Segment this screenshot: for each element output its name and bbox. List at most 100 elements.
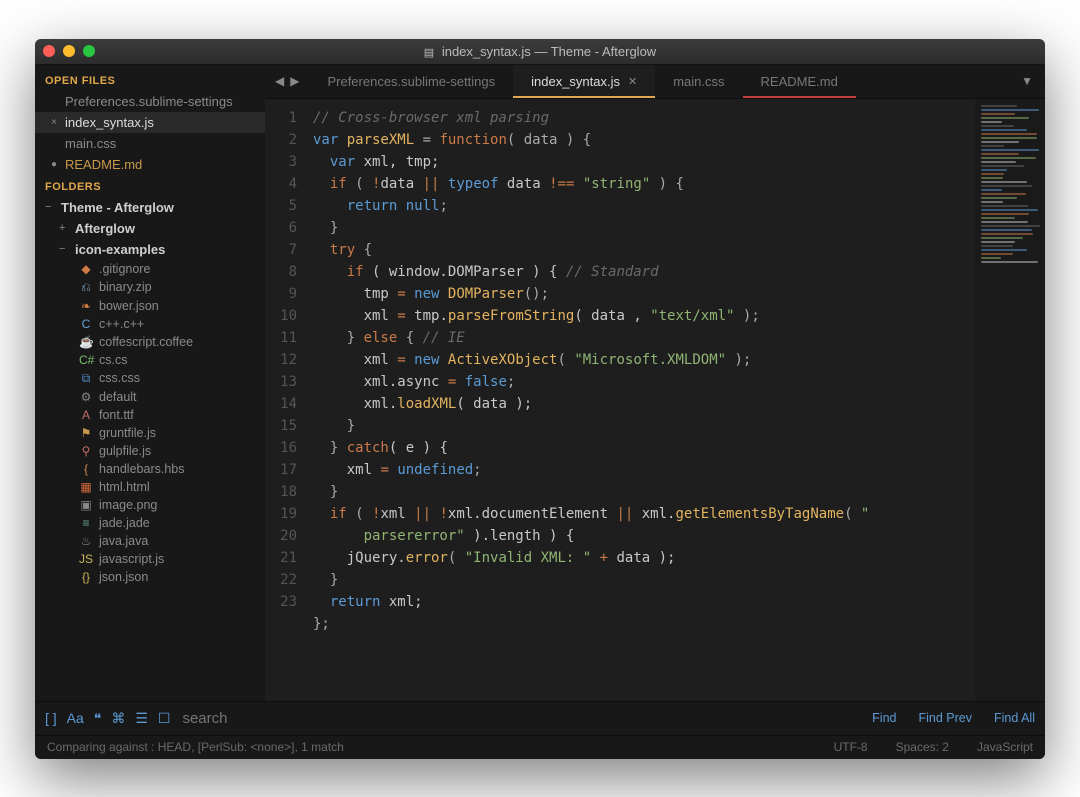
line-number: 14 (265, 393, 297, 415)
tab[interactable]: Preferences.sublime-settings (309, 65, 513, 98)
line-number: 15 (265, 415, 297, 437)
minimap-line (981, 249, 1027, 251)
minimap-line (981, 185, 1032, 187)
minimap-line (981, 149, 1039, 151)
code-line: if ( !xml || !xml.documentElement || xml… (313, 503, 975, 525)
file-item[interactable]: ⚑gruntfile.js (35, 424, 265, 442)
line-number: 18 (265, 481, 297, 503)
highlight-option-icon[interactable]: ☐ (158, 710, 171, 727)
list-option-icon[interactable]: ☰ (135, 710, 148, 727)
file-item[interactable]: Cc++.c++ (35, 315, 265, 333)
line-number: 22 (265, 569, 297, 591)
minimap[interactable] (975, 99, 1045, 701)
code-line: tmp = new DOMParser(); (313, 283, 975, 305)
file-item[interactable]: ❧bower.json (35, 297, 265, 315)
find-prev-button[interactable]: Find Prev (919, 711, 973, 725)
file-item[interactable]: ⎌binary.zip (35, 278, 265, 297)
tab-label: main.css (673, 74, 724, 89)
minimap-line (981, 121, 1002, 123)
file-item[interactable]: Afont.ttf (35, 406, 265, 424)
status-spaces[interactable]: Spaces: 2 (896, 740, 949, 754)
open-file-label: index_syntax.js (65, 115, 154, 130)
code-line: } (313, 217, 975, 239)
tab-next-icon[interactable]: ▶ (290, 74, 299, 88)
find-button[interactable]: Find (872, 711, 896, 725)
code-line: xml = new ActiveXObject( "Microsoft.XMLD… (313, 349, 975, 371)
regex-option-icon[interactable]: [ ] (45, 710, 57, 727)
code-line: } (313, 569, 975, 591)
tab[interactable]: main.css (655, 65, 742, 98)
close-window-icon[interactable] (43, 45, 55, 57)
file-item[interactable]: ◆.gitignore (35, 260, 265, 278)
line-number: 11 (265, 327, 297, 349)
code-line: var xml, tmp; (313, 151, 975, 173)
open-file-item[interactable]: Preferences.sublime-settings (35, 91, 265, 112)
close-tab-icon[interactable]: ✕ (628, 75, 637, 88)
minimize-window-icon[interactable] (63, 45, 75, 57)
zoom-window-icon[interactable] (83, 45, 95, 57)
quote-option-icon[interactable]: ❝ (94, 710, 102, 727)
editor-body[interactable]: 12345678910111213141516171819 20212223 /… (265, 99, 1045, 701)
line-number: 16 (265, 437, 297, 459)
open-file-label: main.css (65, 136, 116, 151)
sidebar[interactable]: OPEN FILES Preferences.sublime-settings×… (35, 65, 265, 701)
bullet-icon: ● (49, 159, 59, 170)
status-encoding[interactable]: UTF-8 (834, 740, 868, 754)
folder-root[interactable]: − Theme - Afterglow (35, 197, 265, 218)
minimap-line (981, 257, 1001, 259)
file-item[interactable]: {}json.json (35, 568, 265, 586)
folder-item[interactable]: −icon-examples (35, 239, 265, 260)
line-number: 5 (265, 195, 297, 217)
file-type-icon: ▦ (79, 480, 93, 494)
minimap-line (981, 237, 1023, 239)
minimap-line (981, 217, 1015, 219)
file-item[interactable]: ▦html.html (35, 478, 265, 496)
status-syntax[interactable]: JavaScript (977, 740, 1033, 754)
search-bar: [ ] Aa ❝ ⌘ ☰ ☐ Find Find Prev Find All (35, 701, 1045, 735)
file-item[interactable]: ▣image.png (35, 496, 265, 514)
find-all-button[interactable]: Find All (994, 711, 1035, 725)
file-type-icon: {} (79, 570, 93, 584)
open-file-label: Preferences.sublime-settings (65, 94, 233, 109)
minimap-line (981, 201, 1003, 203)
tab-label: index_syntax.js (531, 74, 620, 89)
open-file-item[interactable]: main.css (35, 133, 265, 154)
tab[interactable]: README.md (743, 65, 856, 98)
file-item[interactable]: ⧉css.css (35, 369, 265, 388)
search-input[interactable] (182, 710, 860, 727)
file-item[interactable]: ⚲gulpfile.js (35, 442, 265, 460)
file-name: c++.c++ (99, 317, 144, 331)
minimap-line (981, 213, 1029, 215)
folders-header: FOLDERS (35, 175, 265, 197)
minimap-line (981, 245, 1013, 247)
file-item[interactable]: ⚙default (35, 388, 265, 406)
file-item[interactable]: ≡jade.jade (35, 514, 265, 532)
file-item[interactable]: {handlebars.hbs (35, 460, 265, 478)
tab-prev-icon[interactable]: ◀ (275, 74, 284, 88)
folder-item[interactable]: +Afterglow (35, 218, 265, 239)
file-name: css.css (99, 371, 140, 385)
app-window: ▤ index_syntax.js — Theme - Afterglow OP… (35, 39, 1045, 759)
case-option-icon[interactable]: Aa (67, 710, 84, 727)
minimap-line (981, 173, 1004, 175)
tab-list-button[interactable]: ▼ (1009, 65, 1045, 98)
minimap-line (981, 153, 1019, 155)
file-item[interactable]: JSjavascript.js (35, 550, 265, 568)
code-area[interactable]: // Cross-browser xml parsingvar parseXML… (307, 99, 975, 701)
file-name: .gitignore (99, 262, 150, 276)
file-item[interactable]: ☕coffescript.coffee (35, 333, 265, 351)
tab[interactable]: index_syntax.js ✕ (513, 65, 655, 98)
open-file-item[interactable]: ×index_syntax.js (35, 112, 265, 133)
minimap-line (981, 141, 1019, 143)
line-number: 21 (265, 547, 297, 569)
file-item[interactable]: ♨java.java (35, 532, 265, 550)
collapse-icon: − (45, 201, 57, 213)
file-item[interactable]: C#cs.cs (35, 351, 265, 369)
titlebar[interactable]: ▤ index_syntax.js — Theme - Afterglow (35, 39, 1045, 65)
line-number: 20 (265, 525, 297, 547)
editor-panel: ◀ ▶ Preferences.sublime-settingsindex_sy… (265, 65, 1045, 701)
code-line: try { (313, 239, 975, 261)
link-option-icon[interactable]: ⌘ (111, 710, 125, 727)
open-file-item[interactable]: ●README.md (35, 154, 265, 175)
file-type-icon: C (79, 317, 93, 331)
